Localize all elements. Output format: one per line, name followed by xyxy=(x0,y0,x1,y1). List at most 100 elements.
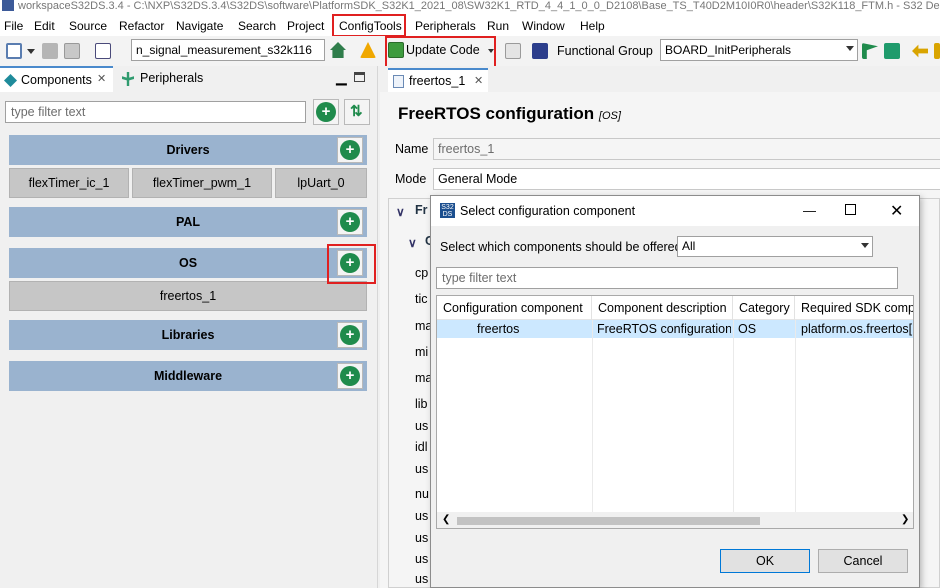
category-libraries[interactable]: Libraries xyxy=(9,320,367,350)
scroll-right-icon[interactable]: ❯ xyxy=(901,514,909,525)
app-logo-icon xyxy=(2,0,14,11)
setting-label: nu xyxy=(415,487,429,501)
menu-file[interactable]: File xyxy=(4,17,23,35)
menu-edit[interactable]: Edit xyxy=(34,17,55,35)
menu-refactor[interactable]: Refactor xyxy=(119,17,164,35)
maximize-icon[interactable] xyxy=(354,72,365,82)
page-title: FreeRTOS configuration [OS] xyxy=(398,104,621,124)
minimize-icon[interactable]: ▁ xyxy=(336,70,347,84)
category-os-label: OS xyxy=(178,256,198,270)
column-header-category[interactable]: Category xyxy=(733,296,795,320)
setting-label: cp xyxy=(415,266,429,280)
sort-button[interactable]: ⇅ xyxy=(344,99,370,125)
dialog-filter-input[interactable]: type filter text xyxy=(436,267,898,289)
binary-icon[interactable] xyxy=(95,43,111,59)
warning-icon[interactable] xyxy=(360,42,376,58)
horizontal-scrollbar[interactable]: ❮ ❯ xyxy=(437,512,913,528)
setting-label: us xyxy=(415,419,429,433)
tab-peripherals-label: Peripherals xyxy=(140,71,204,85)
add-icon: + xyxy=(340,325,360,345)
table-row[interactable]: freertos FreeRTOS configuration OS platf… xyxy=(437,320,914,338)
scroll-left-icon[interactable]: ❮ xyxy=(442,514,450,525)
column-header-component[interactable]: Configuration component xyxy=(437,296,592,320)
cancel-button[interactable]: Cancel xyxy=(818,549,908,573)
save-all-icon[interactable] xyxy=(64,43,80,59)
close-icon[interactable]: ✕ xyxy=(474,74,483,87)
category-middleware[interactable]: Middleware xyxy=(9,361,367,391)
add-library-button[interactable]: + xyxy=(337,322,363,348)
back-arrow-icon[interactable] xyxy=(912,44,928,58)
update-code-button[interactable]: Update Code xyxy=(406,42,480,58)
toolbar: n_signal_measurement_s32k116 Update Code… xyxy=(0,36,940,66)
menu-source[interactable]: Source xyxy=(69,17,107,35)
add-icon: + xyxy=(316,102,336,122)
column-header-description[interactable]: Component description xyxy=(592,296,733,320)
menu-configtools[interactable]: ConfigTools xyxy=(339,17,402,35)
page-title-text: FreeRTOS configuration xyxy=(398,104,595,123)
dialog-close-icon[interactable]: ✕ xyxy=(890,201,903,221)
menu-window[interactable]: Window xyxy=(522,17,565,35)
add-icon: + xyxy=(340,253,360,273)
table-header: Configuration component Component descri… xyxy=(437,296,913,320)
component-item[interactable]: flexTimer_pwm_1 xyxy=(132,168,272,198)
dialog-maximize-icon[interactable] xyxy=(845,204,856,215)
component-item[interactable]: flexTimer_ic_1 xyxy=(9,168,129,198)
add-middleware-button[interactable]: + xyxy=(337,363,363,389)
home-icon[interactable] xyxy=(330,42,346,58)
category-os[interactable]: OS xyxy=(9,248,367,278)
menu-search[interactable]: Search xyxy=(238,17,276,35)
save-icon[interactable] xyxy=(42,43,58,59)
chevron-down-icon[interactable]: ∨ xyxy=(396,205,405,219)
add-pal-button[interactable]: + xyxy=(337,209,363,235)
dialog-title-bar: S32 DS Select configuration component — ✕ xyxy=(431,196,919,226)
row-description: FreeRTOS configuration xyxy=(597,322,731,336)
menu-peripherals[interactable]: Peripherals xyxy=(415,17,476,35)
registers-icon[interactable] xyxy=(884,43,900,59)
component-item[interactable]: freertos_1 xyxy=(9,281,367,311)
add-os-button[interactable]: + xyxy=(337,250,363,276)
project-combo[interactable]: n_signal_measurement_s32k116 xyxy=(131,39,325,61)
component-item[interactable]: lpUart_0 xyxy=(275,168,367,198)
category-drivers[interactable]: Drivers xyxy=(9,135,367,165)
file-icon xyxy=(393,75,404,88)
component-table: Configuration component Component descri… xyxy=(436,295,914,529)
add-component-button[interactable]: + xyxy=(313,99,339,125)
flag-icon[interactable] xyxy=(862,43,878,59)
category-pal[interactable]: PAL xyxy=(9,207,367,237)
row-sdk: platform.os.freertos[1 xyxy=(801,322,914,336)
chevron-down-icon[interactable]: ∨ xyxy=(408,236,417,250)
dialog-minimize-icon[interactable]: — xyxy=(803,203,816,218)
menu-project[interactable]: Project xyxy=(287,17,324,35)
close-icon[interactable]: ✕ xyxy=(97,72,106,85)
menu-run[interactable]: Run xyxy=(487,17,509,35)
offer-select[interactable]: All xyxy=(677,236,873,257)
tab-components[interactable]: Components ✕ xyxy=(0,66,113,92)
menu-navigate[interactable]: Navigate xyxy=(176,17,223,35)
column-header-sdk[interactable]: Required SDK compo xyxy=(795,296,913,320)
cancel-button-label: Cancel xyxy=(843,554,883,568)
mode-combo[interactable]: General Mode xyxy=(433,168,940,190)
column-divider xyxy=(733,320,734,512)
scrollbar-thumb[interactable] xyxy=(457,517,760,525)
component-filter-input[interactable]: type filter text xyxy=(5,101,306,123)
menu-help[interactable]: Help xyxy=(580,17,605,35)
ok-button[interactable]: OK xyxy=(720,549,810,573)
name-field[interactable]: freertos_1 xyxy=(433,138,940,160)
tab-peripherals[interactable]: Peripherals xyxy=(114,66,224,92)
functional-group-combo[interactable]: BOARD_InitPeripherals xyxy=(660,39,858,61)
update-code-icon[interactable] xyxy=(388,42,404,58)
sort-icon: ⇅ xyxy=(350,103,363,120)
component-item-label: lpUart_0 xyxy=(297,176,345,190)
copy-icon[interactable] xyxy=(505,43,521,59)
add-driver-button[interactable]: + xyxy=(337,137,363,163)
tab-freertos[interactable]: freertos_1 ✕ xyxy=(388,68,488,92)
update-code-dropdown-icon[interactable] xyxy=(488,49,494,53)
new-dropdown-icon[interactable] xyxy=(27,49,35,54)
new-icon[interactable] xyxy=(6,43,22,59)
chip-icon[interactable] xyxy=(532,43,548,59)
next-icon[interactable] xyxy=(934,43,940,59)
s32ds-icon: S32 DS xyxy=(440,203,455,218)
mode-combo-value: General Mode xyxy=(438,172,518,186)
category-pal-label: PAL xyxy=(175,215,201,229)
filter-placeholder: type filter text xyxy=(11,105,86,119)
